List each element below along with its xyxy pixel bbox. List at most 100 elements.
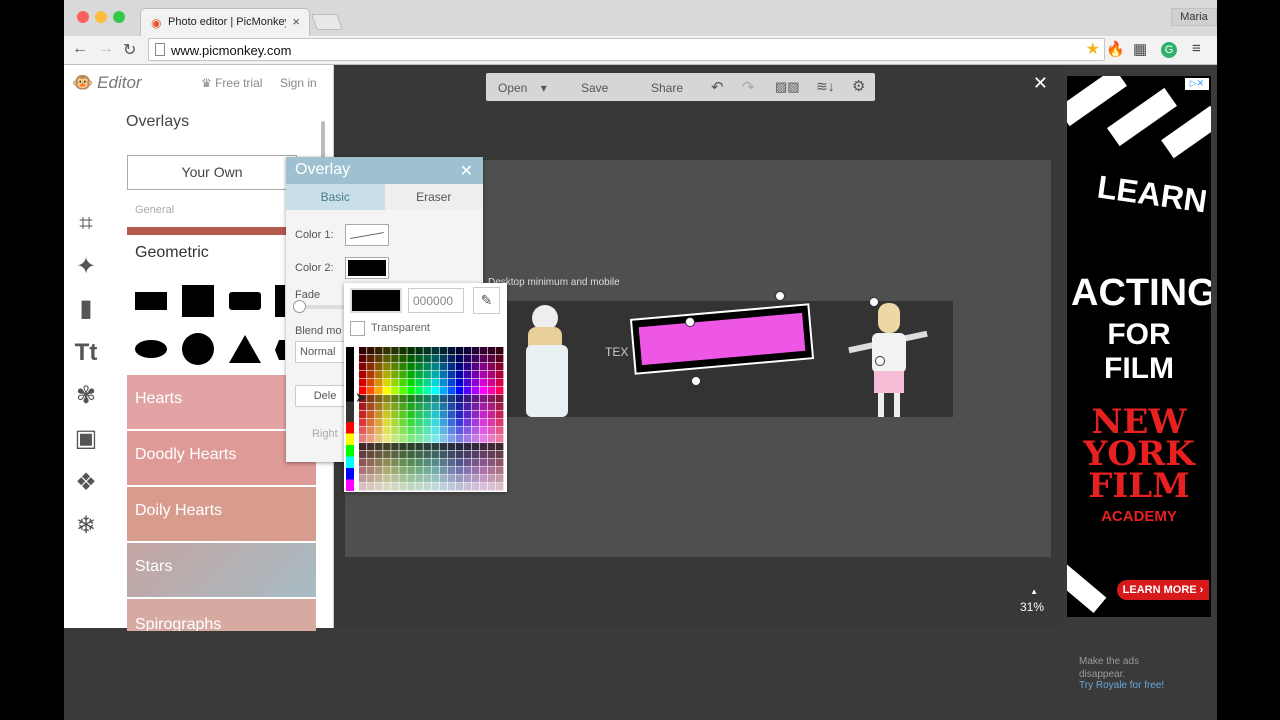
color-cell[interactable] [383,451,391,459]
color-cell[interactable] [431,435,439,443]
color-cell[interactable] [471,419,480,427]
color-cell[interactable] [367,427,375,435]
color-cell[interactable] [375,483,383,491]
square-shape[interactable] [182,285,214,317]
color-cell[interactable] [479,483,488,491]
color-cell[interactable] [375,451,383,459]
color-cell[interactable] [415,467,423,475]
color-cell[interactable] [431,355,439,363]
color-cell[interactable] [455,451,464,459]
color-cell[interactable] [471,475,480,483]
new-tab-button[interactable] [311,14,343,30]
color-cell[interactable] [455,419,464,427]
color-cell[interactable] [399,475,407,483]
color-cell[interactable] [487,443,496,451]
color-cell[interactable] [399,379,407,387]
color-cell[interactable] [367,451,375,459]
color-cell[interactable] [423,411,431,419]
profile-button[interactable]: Maria [1171,8,1217,26]
transparent-checkbox[interactable] [350,321,365,336]
color-cell[interactable] [407,475,415,483]
undo-icon[interactable]: ↶ [711,78,724,96]
color-cell[interactable] [479,435,488,443]
color-cell[interactable] [439,459,448,467]
color-cell[interactable] [423,427,431,435]
color-cell[interactable] [455,371,464,379]
color-cell[interactable] [391,371,399,379]
color-cell[interactable] [415,483,423,491]
color-cell[interactable] [359,435,367,443]
color-cell[interactable] [407,459,415,467]
color-cell[interactable] [487,475,496,483]
color-cell[interactable] [455,411,464,419]
color-cell[interactable] [471,443,480,451]
color-cell[interactable] [391,451,399,459]
color-cell[interactable] [471,395,480,403]
basic-colors-column[interactable] [346,347,354,491]
color-cell[interactable] [423,395,431,403]
color-cell[interactable] [415,379,423,387]
color-cell[interactable] [415,419,423,427]
color-cell[interactable] [439,411,448,419]
color-cell[interactable] [487,483,496,491]
category-doily-hearts[interactable]: Doily Hearts [127,487,316,541]
color-cell[interactable] [495,379,504,387]
color-cell[interactable] [463,371,472,379]
color-cell[interactable] [431,475,439,483]
color-cell[interactable] [495,395,504,403]
color-cell[interactable] [463,483,472,491]
color-cell[interactable] [479,451,488,459]
rounded-rectangle-shape[interactable] [229,292,261,310]
color-cell[interactable] [407,363,415,371]
color-cell[interactable] [407,371,415,379]
color-cell[interactable] [463,427,472,435]
color-cell[interactable] [375,371,383,379]
color-cell[interactable] [415,443,423,451]
color-cell[interactable] [391,443,399,451]
color-cell[interactable] [455,379,464,387]
color-cell[interactable] [447,451,456,459]
color-cell[interactable] [431,371,439,379]
color-cell[interactable] [407,387,415,395]
film-extension-icon[interactable]: ▦ [1133,40,1147,58]
color-cell[interactable] [359,483,367,491]
color-cell[interactable] [471,435,480,443]
color-cell[interactable] [399,427,407,435]
back-icon[interactable]: ← [72,40,88,58]
color-cell[interactable] [447,467,456,475]
color-cell[interactable] [463,387,472,395]
color-cell[interactable] [439,395,448,403]
color-cell[interactable] [479,443,488,451]
color-cell[interactable] [471,387,480,395]
snowflake-icon[interactable]: ❄ [72,512,100,540]
color-cell[interactable] [375,459,383,467]
color-cell[interactable] [463,403,472,411]
color-cell[interactable] [423,363,431,371]
butterfly-overlay-icon[interactable]: ✾ [72,382,100,410]
color-cell[interactable] [447,347,456,355]
category-spirographs[interactable]: Spirographs [127,599,316,631]
color-cell[interactable] [479,403,488,411]
color-cell[interactable] [399,403,407,411]
tab-basic[interactable]: Basic [286,184,385,210]
color-cell[interactable] [479,363,488,371]
color-cell[interactable] [447,379,456,387]
lipstick-icon[interactable]: ▮ [72,295,100,323]
color-cell[interactable] [383,363,391,371]
royale-link[interactable]: Try Royale for free! [1079,680,1164,691]
color-cell[interactable] [455,347,464,355]
color-cell[interactable] [471,347,480,355]
color-cell[interactable] [359,451,367,459]
color-cell[interactable] [399,371,407,379]
zoom-level[interactable]: 31% [1020,600,1044,614]
color-cell[interactable] [399,355,407,363]
color-cell[interactable] [479,371,488,379]
color-cell[interactable] [399,443,407,451]
maximize-window-button[interactable] [113,11,125,23]
color-cell[interactable] [407,443,415,451]
color-cell[interactable] [439,371,448,379]
color-cell[interactable] [495,355,504,363]
scroll-thumb[interactable] [321,121,325,161]
color-cell[interactable] [415,387,423,395]
color-cell[interactable] [383,403,391,411]
